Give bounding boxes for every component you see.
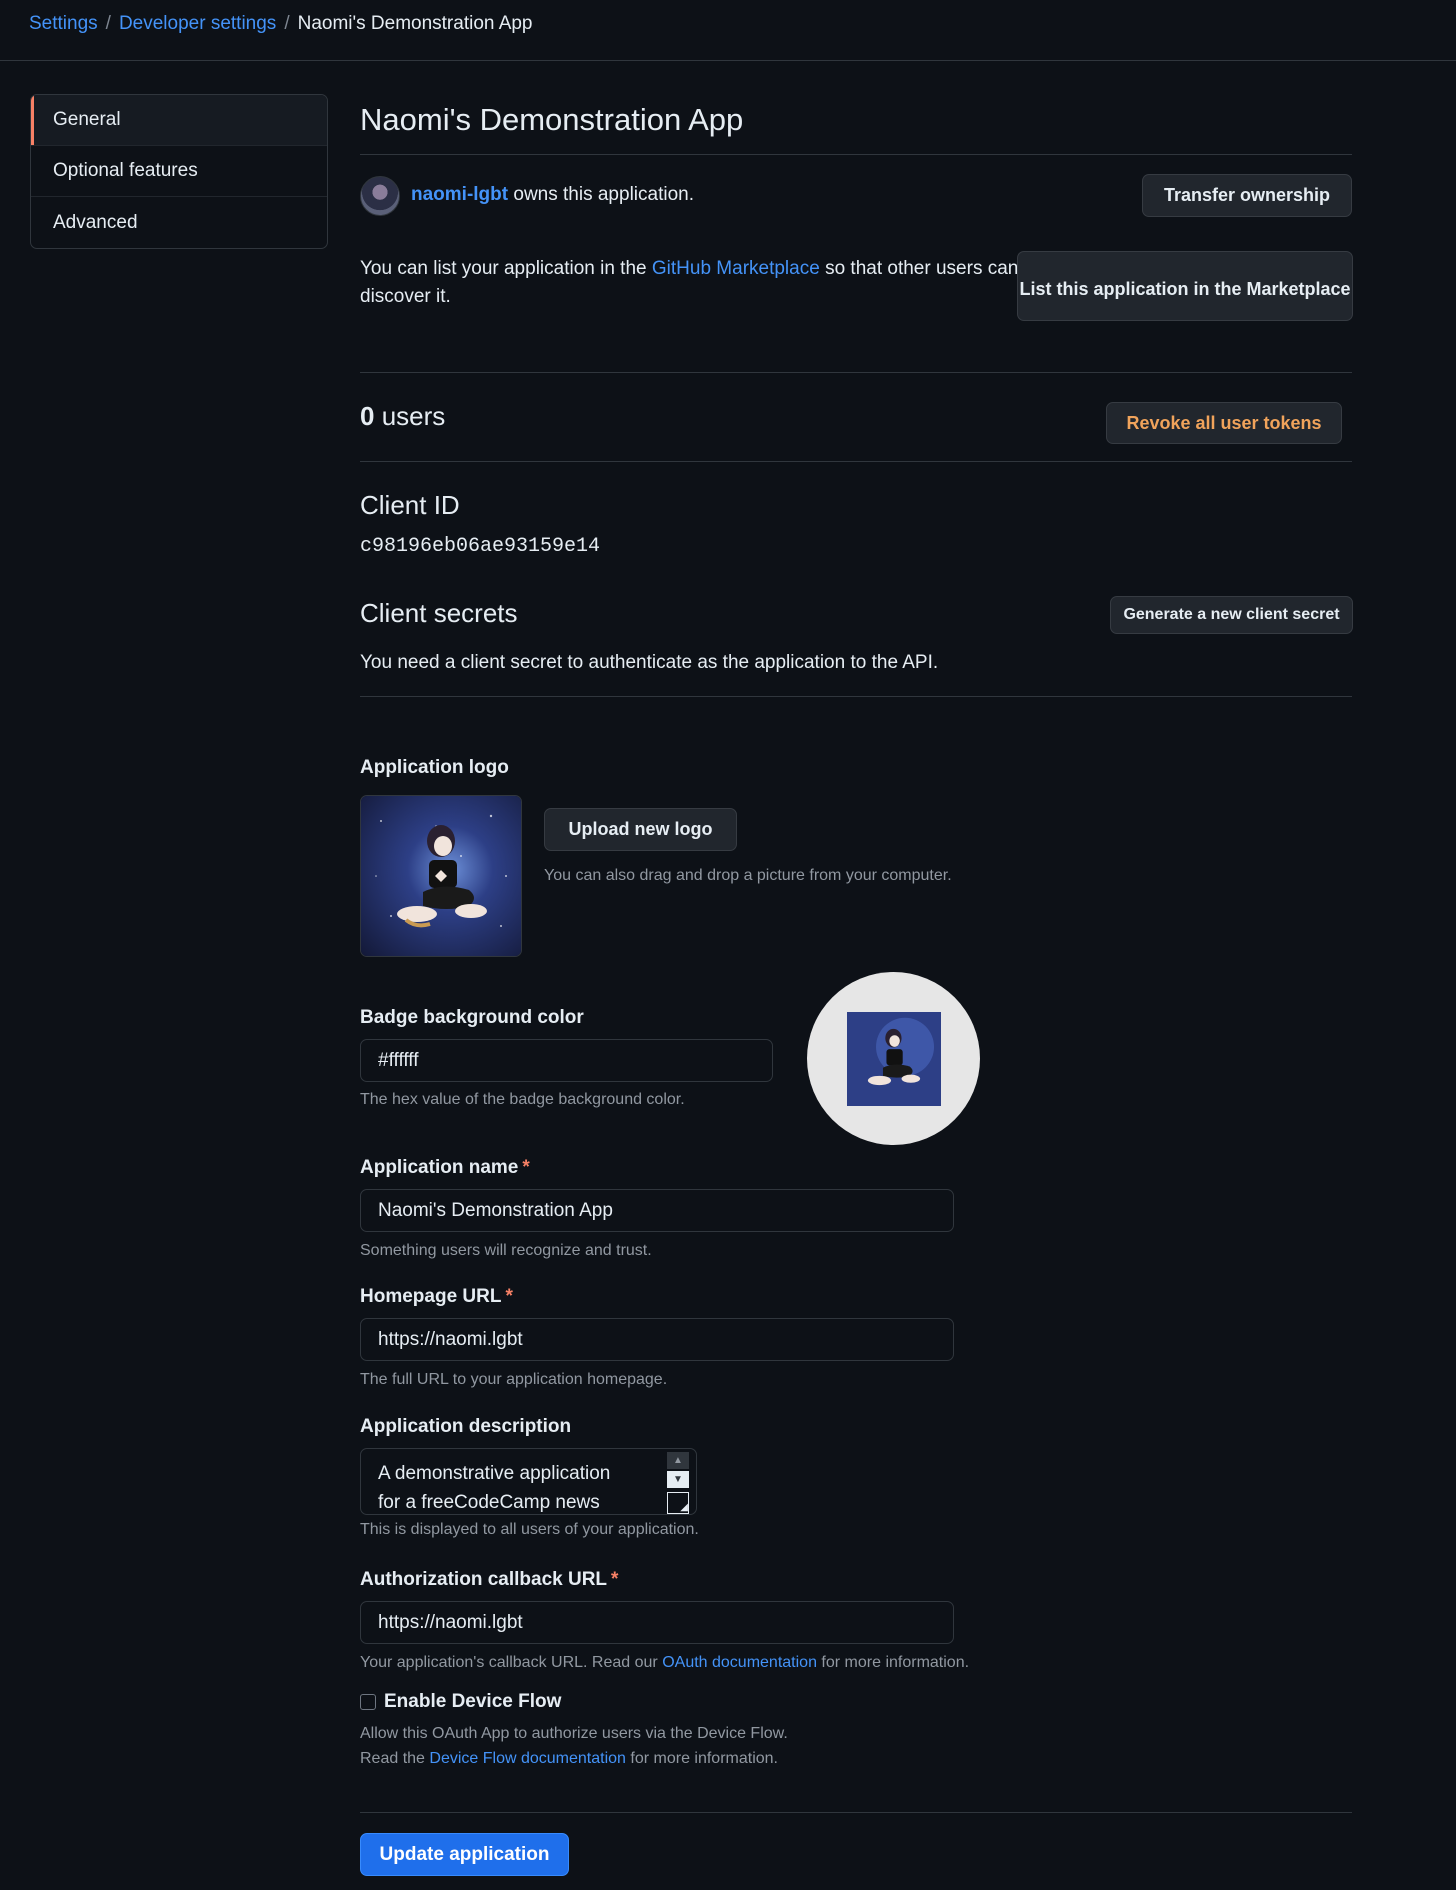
callback-url-input[interactable] — [360, 1601, 954, 1644]
upload-logo-note: You can also drag and drop a picture fro… — [544, 867, 952, 884]
application-name-label: Application name * — [360, 1157, 1352, 1179]
required-marker: * — [505, 1286, 513, 1307]
users-count: 0 users — [360, 401, 445, 432]
users-row: 0 users Revoke all user tokens — [360, 373, 1352, 461]
list-in-marketplace-button[interactable]: List this application in the Marketplace — [1017, 251, 1353, 321]
generate-client-secret-button[interactable]: Generate a new client secret — [1110, 596, 1353, 634]
application-description-label: Application description — [360, 1416, 572, 1437]
transfer-ownership-button[interactable]: Transfer ownership — [1142, 174, 1352, 217]
breadcrumb: Settings / Developer settings / Naomi's … — [29, 13, 533, 35]
scroll-down-icon[interactable]: ▼ — [667, 1471, 689, 1488]
enable-device-flow-label[interactable]: Enable Device Flow — [384, 1691, 561, 1713]
sidebar-item-label: General — [53, 109, 121, 130]
homepage-url-note: The full URL to your application homepag… — [360, 1371, 668, 1388]
client-secrets-description: You need a client secret to authenticate… — [360, 652, 939, 673]
callback-note-after: for more information. — [821, 1654, 970, 1671]
device-flow-note-after: for more information. — [630, 1750, 778, 1767]
update-application-button[interactable]: Update application — [360, 1833, 569, 1876]
divider — [360, 696, 1352, 697]
marketplace-text: You can list your application in the Git… — [360, 255, 1020, 311]
textarea-scroll-controls[interactable]: ▲ ▼ ◢ — [666, 1452, 690, 1514]
sidebar-item-label: Optional features — [53, 160, 198, 181]
badge-preview — [807, 972, 980, 1145]
device-flow-note: Allow this OAuth App to authorize users … — [360, 1725, 788, 1742]
breadcrumb-separator: / — [105, 13, 111, 34]
required-marker: * — [611, 1569, 619, 1590]
settings-sidebar: General Optional features Advanced — [30, 94, 328, 249]
client-secrets-section: Client secrets Generate a new client sec… — [360, 596, 1353, 696]
owner-suffix: owns this application. — [513, 184, 694, 205]
homepage-url-input[interactable] — [360, 1318, 954, 1361]
divider — [360, 1812, 1352, 1813]
page-title: Naomi's Demonstration App — [360, 102, 744, 137]
application-name-field-group: Application name* Something users will r… — [360, 1157, 1352, 1286]
breadcrumb-developer-settings-link[interactable]: Developer settings — [119, 13, 276, 35]
application-logo-section: Application logo Upload new logo You can… — [360, 757, 1352, 977]
github-marketplace-link[interactable]: GitHub Marketplace — [652, 258, 820, 279]
homepage-url-label: Homepage URL * — [360, 1286, 1352, 1308]
users-count-number: 0 — [360, 401, 375, 431]
callback-url-label-text: Authorization callback URL — [360, 1569, 608, 1590]
device-flow-checkbox-row: Enable Device Flow — [360, 1691, 1352, 1713]
badge-background-note: The hex value of the badge background co… — [360, 1091, 685, 1108]
callback-url-label: Authorization callback URL * — [360, 1569, 1352, 1591]
application-logo-image — [360, 795, 522, 957]
form-actions: Update application — [360, 1833, 1352, 1876]
owner-link[interactable]: naomi-lgbt — [411, 184, 508, 205]
sidebar-item-general[interactable]: General — [31, 95, 327, 146]
owner-text: naomi-lgbt owns this application. — [411, 184, 694, 206]
owner-row: naomi-lgbt owns this application. Transf… — [360, 155, 1352, 237]
callback-url-field-group: Authorization callback URL* Your applica… — [360, 1569, 1352, 1691]
oauth-documentation-link[interactable]: OAuth documentation — [662, 1654, 817, 1671]
logo-artwork — [361, 796, 521, 956]
marketplace-text-before: You can list your application in the — [360, 258, 647, 279]
avatar[interactable] — [360, 176, 400, 216]
badge-preview-logo — [846, 1011, 941, 1106]
users-count-label: users — [381, 401, 446, 431]
application-name-note: Something users will recognize and trust… — [360, 1242, 652, 1259]
top-bar: Settings / Developer settings / Naomi's … — [0, 0, 1456, 61]
badge-background-section: Badge background color The hex value of … — [360, 972, 1352, 1157]
client-id-value: c98196eb06ae93159e14 — [360, 535, 601, 558]
application-name-label-text: Application name — [360, 1157, 519, 1178]
device-flow-documentation-link[interactable]: Device Flow documentation — [429, 1750, 626, 1767]
application-name-input[interactable] — [360, 1189, 954, 1232]
enable-device-flow-checkbox[interactable] — [360, 1694, 376, 1710]
badge-background-label: Badge background color — [360, 1007, 584, 1028]
application-description-note: This is displayed to all users of your a… — [360, 1521, 699, 1538]
badge-background-color-input[interactable] — [360, 1039, 773, 1082]
breadcrumb-settings-link[interactable]: Settings — [29, 13, 98, 35]
required-marker: * — [522, 1157, 530, 1178]
divider — [360, 461, 1352, 462]
homepage-url-field-group: Homepage URL* The full URL to your appli… — [360, 1286, 1352, 1416]
breadcrumb-current: Naomi's Demonstration App — [297, 13, 533, 34]
client-secrets-heading: Client secrets — [360, 598, 518, 628]
marketplace-row: You can list your application in the Git… — [360, 237, 1353, 372]
application-description-field-group: Application description A demonstrative … — [360, 1416, 1352, 1569]
callback-url-note: Your application's callback URL. Read ou… — [360, 1654, 1352, 1672]
device-flow-section: Enable Device Flow Allow this OAuth App … — [360, 1691, 1352, 1812]
application-description-textarea[interactable]: A demonstrative application for a freeCo… — [360, 1448, 697, 1515]
callback-note-before: Your application's callback URL. Read ou… — [360, 1654, 658, 1671]
revoke-all-user-tokens-button[interactable]: Revoke all user tokens — [1106, 402, 1342, 444]
resize-handle-icon[interactable]: ◢ — [667, 1492, 689, 1514]
sidebar-item-label: Advanced — [53, 211, 138, 233]
homepage-url-label-text: Homepage URL — [360, 1286, 502, 1307]
sidebar-item-optional-features[interactable]: Optional features — [31, 146, 327, 197]
breadcrumb-separator: / — [284, 13, 290, 34]
device-flow-doc-note: Read the Device Flow documentation for m… — [360, 1750, 1352, 1768]
client-id-heading: Client ID — [360, 490, 460, 520]
application-logo-label: Application logo — [360, 757, 509, 778]
device-flow-note-before: Read the — [360, 1750, 425, 1767]
application-description-value: A demonstrative application for a freeCo… — [378, 1463, 611, 1513]
main-content: Naomi's Demonstration App naomi-lgbt own… — [360, 96, 1353, 1876]
sidebar-item-advanced[interactable]: Advanced — [31, 197, 327, 248]
upload-new-logo-button[interactable]: Upload new logo — [544, 808, 737, 851]
badge-logo-artwork — [846, 1011, 941, 1106]
